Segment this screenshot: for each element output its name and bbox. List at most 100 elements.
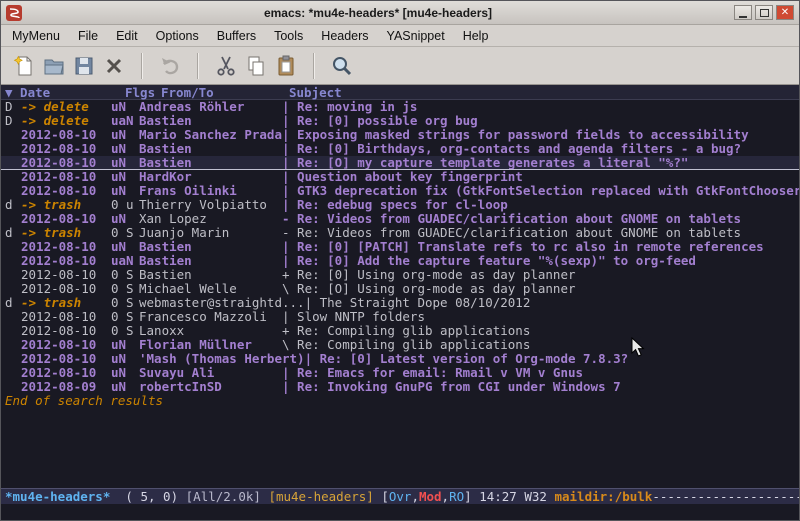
row-flags: 0 S: [111, 296, 139, 310]
message-row[interactable]: d -> trash 0 u Thierry Volpiatto | Re: e…: [1, 198, 799, 212]
modeline-segment: 14:27: [479, 489, 517, 504]
maximize-button[interactable]: [755, 5, 773, 20]
column-header-subject[interactable]: Subject: [289, 85, 342, 100]
row-flags: 0 S: [111, 226, 139, 240]
message-row[interactable]: 2012-08-10 uN Mario Sanchez Prada | Expo…: [1, 128, 799, 142]
row-date: 2012-08-10: [21, 310, 111, 324]
column-header-from[interactable]: From/To: [161, 85, 214, 100]
message-row[interactable]: d -> trash 0 S Juanjo Marin - Re: Videos…: [1, 226, 799, 240]
row-flags: uN: [111, 240, 139, 254]
menu-item-mymenu[interactable]: MyMenu: [3, 26, 69, 46]
message-row[interactable]: 2012-08-10 uN Bastien | Re: [O] my captu…: [1, 156, 799, 170]
row-from: Mario Sanchez Prada: [139, 128, 282, 142]
modeline-segment: Ovr: [389, 489, 412, 504]
message-row[interactable]: 2012-08-10 0 S Michael Welle \ Re: [O] U…: [1, 282, 799, 296]
menu-item-yasnippet[interactable]: YASnippet: [378, 26, 454, 46]
row-mark: [5, 282, 21, 296]
row-flags: uaN: [111, 114, 139, 128]
message-row[interactable]: 2012-08-10 uN Xan Lopez - Re: Videos fro…: [1, 212, 799, 226]
message-row[interactable]: 2012-08-10 0 S Bastien + Re: [0] Using o…: [1, 268, 799, 282]
row-subject: + Re: [0] Using org-mode as day planner: [282, 268, 799, 282]
row-mark: [5, 310, 21, 324]
modeline-segment: [All/2.0k]: [186, 489, 261, 504]
row-date: 2012-08-10: [21, 352, 111, 366]
row-flags: uN: [111, 184, 139, 198]
column-header-flags[interactable]: Flgs: [125, 85, 155, 100]
row-date: 2012-08-10: [21, 338, 111, 352]
message-row[interactable]: 2012-08-10 uN Bastien | Re: [0] Birthday…: [1, 142, 799, 156]
minibuffer[interactable]: [1, 504, 799, 520]
menu-item-edit[interactable]: Edit: [107, 26, 147, 46]
message-row[interactable]: 2012-08-10 0 S Lanoxx + Re: Compiling gl…: [1, 324, 799, 338]
cut-button[interactable]: [211, 51, 241, 81]
row-flags: uN: [111, 100, 139, 114]
menu-item-tools[interactable]: Tools: [265, 26, 312, 46]
message-row[interactable]: 2012-08-10 uN Florian Müllner \ Re: Comp…: [1, 338, 799, 352]
modeline-segment: RO: [449, 489, 464, 504]
row-subject: | Re: [0] possible org bug: [282, 114, 799, 128]
row-subject: | Re: [0] Add the capture feature "%(sex…: [282, 254, 799, 268]
message-row[interactable]: D -> delete uaN Bastien | Re: [0] possib…: [1, 114, 799, 128]
row-mark: [5, 268, 21, 282]
menu-item-buffers[interactable]: Buffers: [208, 26, 265, 46]
row-subject: | The Straight Dope 08/10/2012: [305, 296, 799, 310]
message-row[interactable]: D -> delete uN Andreas Röhler | Re: movi…: [1, 100, 799, 114]
modeline-segment: [: [374, 489, 389, 504]
row-subject: | Re: [O] my capture template generates …: [282, 156, 799, 169]
row-from: webmaster@straightd...: [139, 296, 305, 310]
search-button[interactable]: [327, 51, 357, 81]
copy-button[interactable]: [241, 51, 271, 81]
paste-icon: [274, 54, 298, 78]
modeline-segment: [110, 489, 125, 504]
row-subject: \ Re: [O] Using org-mode as day planner: [282, 282, 799, 296]
message-row[interactable]: 2012-08-10 uaN Bastien | Re: [0] Add the…: [1, 254, 799, 268]
modeline-segment: ----------------------------------------: [652, 489, 799, 504]
close-button[interactable]: ✕: [776, 5, 794, 20]
row-flags: 0 S: [111, 282, 139, 296]
row-from: Florian Müllner: [139, 338, 282, 352]
minimize-button[interactable]: [734, 5, 752, 20]
message-row[interactable]: 2012-08-10 uN Bastien | Re: [0] [PATCH] …: [1, 240, 799, 254]
copy-icon: [244, 54, 268, 78]
modeline-segment: maildir:/bulk: [554, 489, 652, 504]
column-header-date[interactable]: ▼ Date: [5, 85, 50, 100]
menu-item-options[interactable]: Options: [147, 26, 208, 46]
undo-button[interactable]: [155, 51, 185, 81]
save-button[interactable]: [69, 51, 99, 81]
row-from: Michael Welle: [139, 282, 282, 296]
row-subject: | GTK3 deprecation fix (GtkFontSelection…: [282, 184, 799, 198]
new-file-button[interactable]: [9, 51, 39, 81]
paste-button[interactable]: [271, 51, 301, 81]
message-row[interactable]: 2012-08-10 uN HardKor | Question about k…: [1, 170, 799, 184]
open-file-button[interactable]: [39, 51, 69, 81]
menu-item-headers[interactable]: Headers: [312, 26, 377, 46]
row-mark: d: [5, 226, 21, 240]
row-from: Bastien: [139, 142, 282, 156]
row-date: 2012-08-09: [21, 380, 111, 394]
message-row[interactable]: 2012-08-10 0 S Francesco Mazzoli | Slow …: [1, 310, 799, 324]
message-row[interactable]: 2012-08-10 uN 'Mash (Thomas Herbert) | R…: [1, 352, 799, 366]
message-row[interactable]: 2012-08-10 uN Frans Oilinki | GTK3 depre…: [1, 184, 799, 198]
row-from: Lanoxx: [139, 324, 282, 338]
row-date: 2012-08-10: [21, 184, 111, 198]
menu-item-help[interactable]: Help: [454, 26, 498, 46]
row-from: Juanjo Marin: [139, 226, 282, 240]
row-from: Bastien: [139, 156, 282, 169]
message-row[interactable]: 2012-08-09 uN robertcInSD | Re: Invoking…: [1, 380, 799, 394]
close-buffer-button[interactable]: [99, 51, 129, 81]
row-from: Bastien: [139, 240, 282, 254]
row-date: -> trash: [21, 296, 111, 310]
row-subject: | Re: Emacs for email: Rmail v VM v Gnus: [282, 366, 799, 380]
window-controls: ✕: [734, 5, 794, 20]
row-mark: d: [5, 198, 21, 212]
message-row[interactable]: 2012-08-10 uN Suvayu Ali | Re: Emacs for…: [1, 366, 799, 380]
menu-bar: MyMenuFileEditOptionsBuffersToolsHeaders…: [1, 25, 799, 47]
message-row[interactable]: d -> trash 0 S webmaster@straightd... | …: [1, 296, 799, 310]
mode-line[interactable]: *mu4e-headers* ( 5, 0) [All/2.0k] [mu4e-…: [1, 488, 799, 504]
menu-item-file[interactable]: File: [69, 26, 107, 46]
titlebar[interactable]: emacs: *mu4e-headers* [mu4e-headers] ✕: [1, 1, 799, 25]
row-date: 2012-08-10: [21, 324, 111, 338]
row-subject: | Exposing masked strings for password f…: [282, 128, 799, 142]
buffer-area: ▼ Date Flgs From/To Subject D -> delete …: [1, 85, 799, 488]
row-subject: - Re: Videos from GUADEC/clarification a…: [282, 226, 799, 240]
